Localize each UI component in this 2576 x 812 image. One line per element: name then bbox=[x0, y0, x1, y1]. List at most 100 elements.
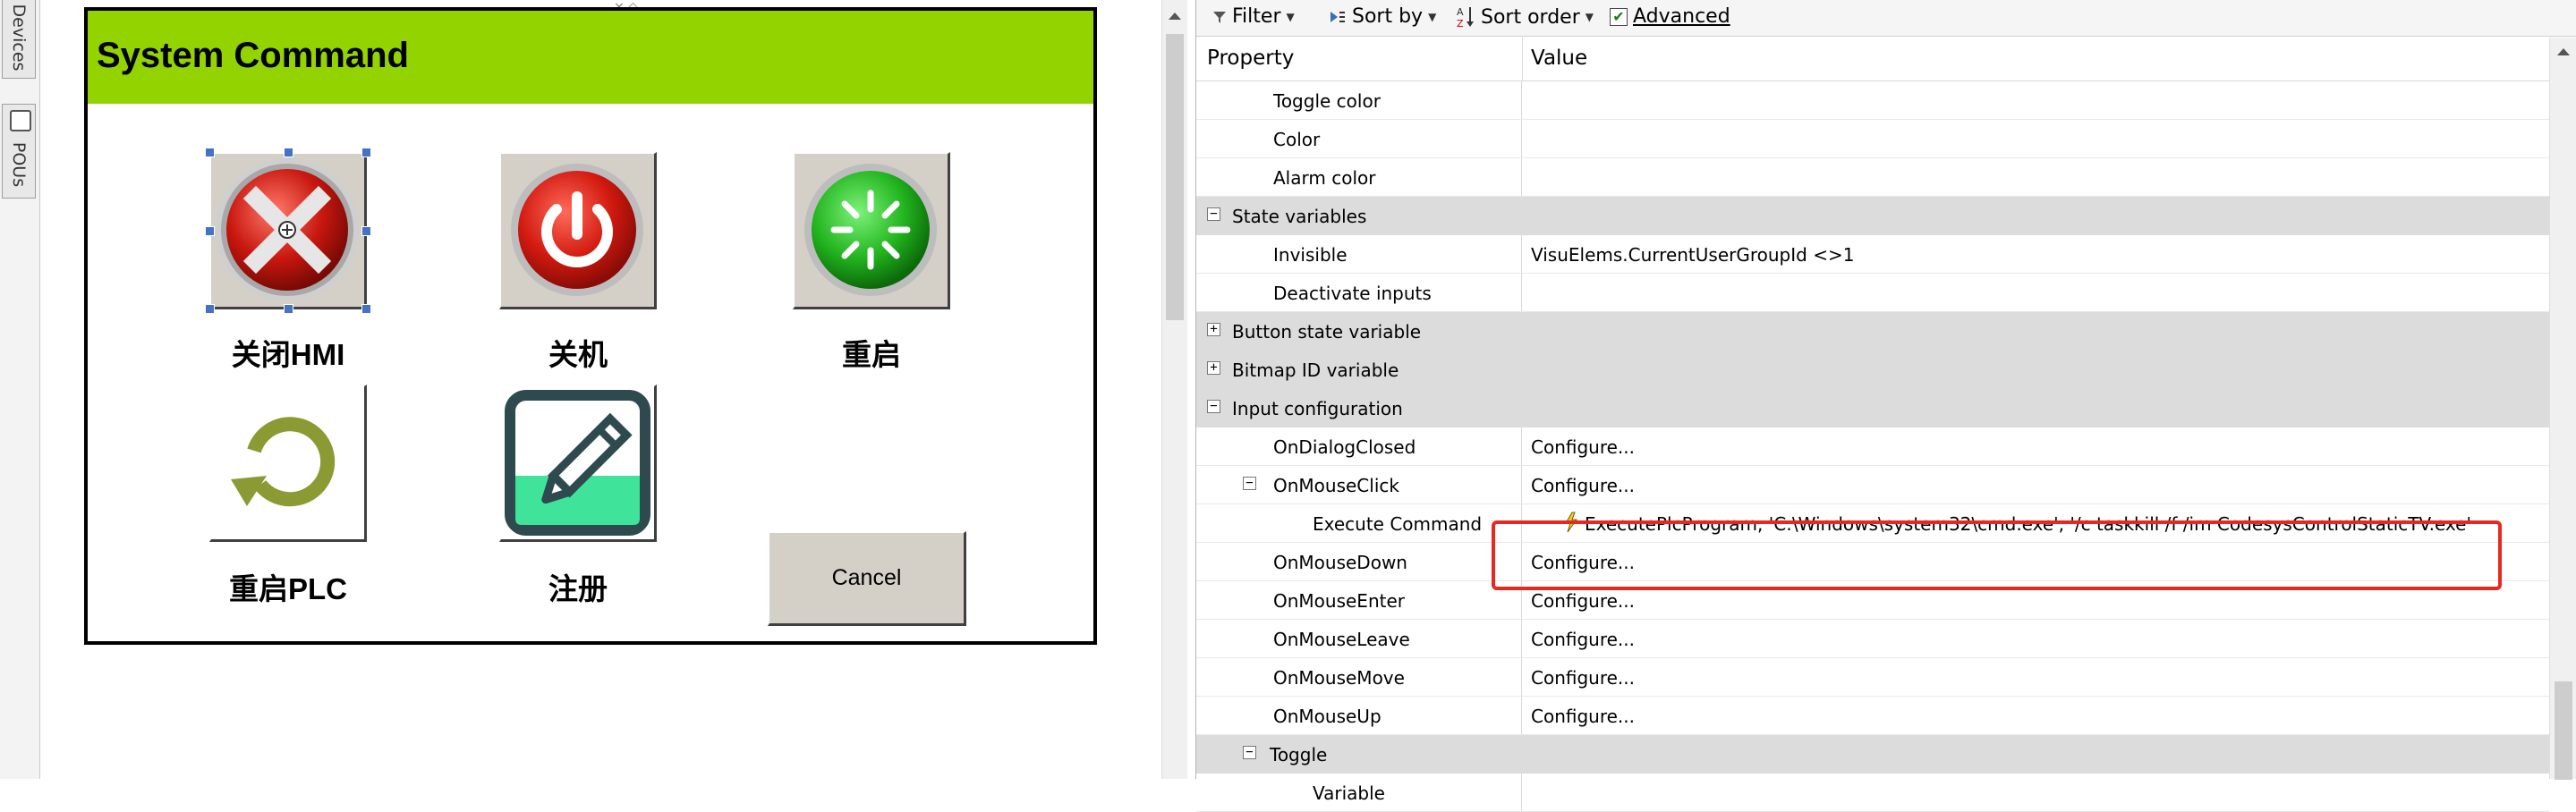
column-divider[interactable] bbox=[1522, 38, 1523, 80]
property-cell[interactable]: − State variables bbox=[1196, 197, 2549, 234]
property-cell[interactable]: OnMouseLeave bbox=[1196, 620, 1522, 657]
property-row[interactable]: Deactivate inputs bbox=[1196, 274, 2549, 312]
property-grid: Property Value Toggle color Color Alarm co… bbox=[1196, 38, 2549, 812]
property-row[interactable]: − State variables bbox=[1196, 197, 2549, 235]
property-cell[interactable]: Execute Command bbox=[1196, 504, 1522, 542]
property-label: Deactivate inputs bbox=[1273, 283, 1432, 304]
circular-arrow-icon bbox=[211, 386, 364, 539]
filter-dropdown[interactable]: Filter ▼ bbox=[1212, 5, 1295, 28]
pous-tab-label: POUs bbox=[9, 141, 29, 187]
collapse-icon[interactable]: − bbox=[1207, 400, 1220, 413]
property-cell[interactable]: + Bitmap ID variable bbox=[1196, 351, 2549, 388]
close-hmi-button[interactable] bbox=[209, 152, 367, 309]
property-row[interactable]: Toggle color bbox=[1196, 81, 2549, 120]
property-value[interactable]: Configure... bbox=[1531, 475, 1635, 496]
register-button[interactable] bbox=[499, 385, 657, 542]
property-label: Variable bbox=[1313, 782, 1385, 804]
property-cell[interactable]: Color bbox=[1196, 120, 1522, 157]
property-row[interactable]: OnDialogClosed Configure... bbox=[1196, 427, 2549, 466]
scroll-up-icon[interactable] bbox=[1169, 13, 1181, 20]
sort-order-dropdown[interactable]: AZ Sort order ▼ bbox=[1456, 5, 1594, 30]
property-cell[interactable]: − Toggle bbox=[1196, 735, 2549, 773]
restart-button[interactable] bbox=[793, 152, 950, 309]
property-cell[interactable]: Deactivate inputs bbox=[1196, 274, 1522, 311]
property-cell[interactable]: Toggle color bbox=[1196, 81, 1522, 119]
cancel-button[interactable]: Cancel bbox=[768, 531, 966, 626]
property-row[interactable]: Variable bbox=[1196, 774, 2549, 812]
property-label: Toggle bbox=[1270, 744, 1328, 765]
property-cell[interactable]: OnMouseMove bbox=[1196, 658, 1522, 696]
devices-tab[interactable]: Devices bbox=[2, 0, 36, 79]
svg-text:A: A bbox=[1457, 6, 1464, 18]
shutdown-button[interactable] bbox=[499, 152, 657, 309]
collapse-icon[interactable]: − bbox=[1243, 477, 1256, 490]
expand-icon[interactable]: + bbox=[1207, 361, 1220, 375]
shutdown-caption: 关机 bbox=[548, 338, 608, 371]
property-row[interactable]: Alarm color bbox=[1196, 158, 2549, 197]
sort-order-label: Sort order bbox=[1481, 5, 1580, 29]
property-cell[interactable]: OnMouseDown bbox=[1196, 543, 1522, 580]
selection-handle[interactable] bbox=[361, 148, 371, 157]
property-cell[interactable]: Alarm color bbox=[1196, 158, 1522, 196]
property-label: Button state variable bbox=[1232, 321, 1422, 343]
restart-plc-caption: 重启PLC bbox=[229, 572, 347, 605]
value-column-header[interactable]: Value bbox=[1531, 47, 1587, 70]
property-row[interactable]: OnMouseLeave Configure... bbox=[1196, 620, 2549, 658]
selection-handle[interactable] bbox=[284, 304, 293, 314]
property-label: Alarm color bbox=[1273, 167, 1376, 189]
pous-tab[interactable]: POUs bbox=[2, 104, 36, 199]
selection-handle[interactable] bbox=[284, 148, 293, 157]
property-value[interactable]: Configure... bbox=[1531, 629, 1635, 650]
restart-plc-button[interactable] bbox=[209, 385, 367, 542]
selection-handle[interactable] bbox=[361, 226, 371, 236]
collapse-icon[interactable]: − bbox=[1243, 746, 1256, 759]
power-icon bbox=[511, 164, 643, 296]
property-value[interactable]: Configure... bbox=[1531, 667, 1635, 689]
property-row[interactable]: − OnMouseClick Configure... bbox=[1196, 466, 2549, 504]
property-cell[interactable]: OnDialogClosed bbox=[1196, 427, 1522, 465]
scrollbar-thumb[interactable] bbox=[2555, 681, 2572, 780]
property-cell[interactable]: Variable bbox=[1196, 774, 1522, 811]
property-row[interactable]: + Bitmap ID variable bbox=[1196, 351, 2549, 389]
property-cell[interactable]: − Input configuration bbox=[1196, 389, 2549, 427]
property-row[interactable]: OnMouseMove Configure... bbox=[1196, 658, 2549, 697]
property-cell[interactable]: OnMouseEnter bbox=[1196, 581, 1522, 619]
editor-vertical-scrollbar[interactable] bbox=[1161, 0, 1187, 779]
expand-icon[interactable]: + bbox=[1207, 323, 1220, 336]
property-label: OnMouseLeave bbox=[1273, 629, 1410, 650]
selection-handle[interactable] bbox=[361, 304, 371, 314]
property-label: OnMouseMove bbox=[1273, 667, 1405, 689]
property-row[interactable]: OnMouseUp Configure... bbox=[1196, 697, 2549, 735]
scrollbar-thumb[interactable] bbox=[1166, 34, 1184, 320]
advanced-toggle[interactable]: ✔ Advanced bbox=[1610, 5, 1730, 28]
properties-vertical-scrollbar[interactable] bbox=[2549, 38, 2576, 780]
property-value[interactable]: Configure... bbox=[1531, 590, 1635, 612]
property-label: Input configuration bbox=[1232, 398, 1403, 419]
devices-tab-label: Devices bbox=[9, 4, 29, 72]
collapse-icon[interactable]: − bbox=[1207, 207, 1220, 221]
advanced-checkbox[interactable]: ✔ bbox=[1610, 7, 1628, 26]
chevron-down-icon: ▼ bbox=[1286, 10, 1295, 23]
sort-by-dropdown[interactable]: Sort by ▼ bbox=[1329, 5, 1436, 28]
property-value[interactable]: Configure... bbox=[1531, 706, 1635, 727]
property-cell[interactable]: Invisible bbox=[1196, 235, 1522, 273]
property-value[interactable]: VisuElems.CurrentUserGroupId <>1 bbox=[1531, 244, 1854, 266]
property-cell[interactable]: + Button state variable bbox=[1196, 312, 2549, 350]
scroll-up-icon[interactable] bbox=[2557, 48, 2570, 55]
property-label: OnMouseEnter bbox=[1273, 590, 1405, 612]
property-row[interactable]: Color bbox=[1196, 120, 2549, 158]
visualization-editor[interactable]: × ◇ System Command bbox=[41, 0, 1161, 779]
selection-handle[interactable] bbox=[205, 304, 215, 314]
system-command-dialog: System Command 关闭HMI 关机 重启 重启PLC 注册 Canc… bbox=[84, 7, 1097, 645]
property-cell[interactable]: OnMouseUp bbox=[1196, 697, 1522, 734]
property-row[interactable]: − Input configuration bbox=[1196, 389, 2549, 427]
selection-handle[interactable] bbox=[205, 226, 215, 236]
property-row[interactable]: − Toggle bbox=[1196, 735, 2549, 774]
filter-label: Filter bbox=[1232, 5, 1281, 28]
property-column-header[interactable]: Property bbox=[1207, 47, 1294, 70]
property-row[interactable]: + Button state variable bbox=[1196, 312, 2549, 351]
property-cell[interactable]: − OnMouseClick bbox=[1196, 466, 1522, 503]
selection-handle[interactable] bbox=[205, 148, 215, 157]
property-row[interactable]: Invisible VisuElems.CurrentUserGroupId <>… bbox=[1196, 235, 2549, 274]
property-value[interactable]: Configure... bbox=[1531, 436, 1635, 458]
